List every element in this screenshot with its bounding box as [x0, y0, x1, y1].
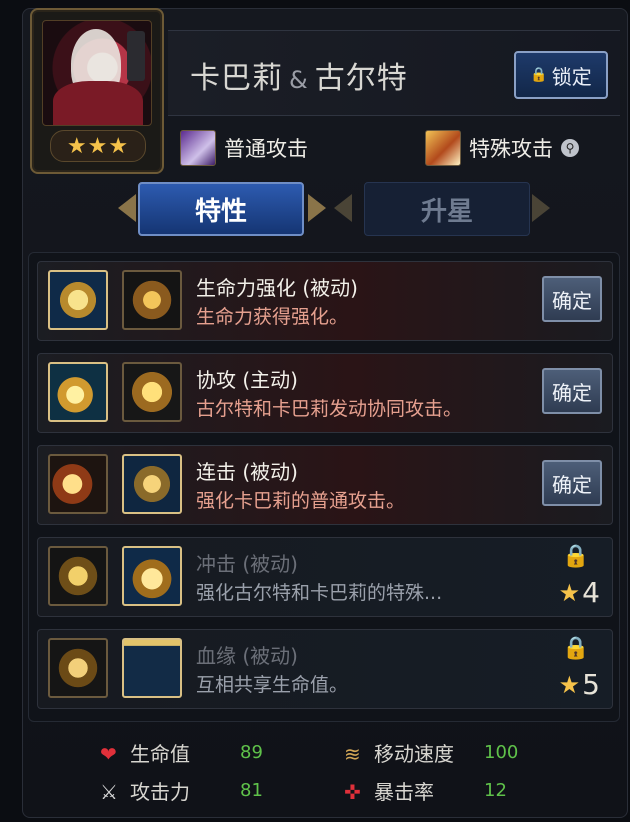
portrait-dress: [53, 81, 143, 125]
portrait-frame[interactable]: ★★★: [30, 8, 164, 174]
stat-value: 89: [240, 742, 263, 763]
confirm-button[interactable]: 确定: [542, 276, 602, 322]
trait-row: 血缘 (被动) 互相共享生命值。 🔒 ★ 5: [37, 629, 613, 709]
portrait-accent: [127, 31, 145, 81]
spirit-icon: [48, 638, 108, 698]
lock-icon: 🔒: [562, 544, 590, 569]
crosshair-icon: ✜: [344, 779, 361, 804]
magnify-icon[interactable]: ⚲: [561, 139, 579, 157]
sword-icon: [122, 270, 182, 330]
sun-icon: [122, 362, 182, 422]
trait-desc: 强化卡巴莉的普通攻击。: [196, 490, 406, 512]
trait-desc: 生命力获得强化。: [196, 306, 349, 328]
lock-icon: 🔒: [562, 636, 590, 661]
combo-icon: [122, 454, 182, 514]
sword-icon: ⚔: [100, 779, 118, 804]
special-attack-icon: [425, 130, 461, 166]
arrow-right-icon: [532, 194, 550, 222]
heart-icon: ❤: [100, 741, 117, 766]
trait-icons: [48, 454, 182, 514]
name-left: 卡巴莉: [190, 61, 283, 96]
stat-value: 12: [484, 780, 507, 801]
trait-icons: [48, 362, 182, 422]
stat-speed: ≋ 移动速度 100: [344, 738, 518, 767]
trait-icons: [48, 270, 182, 330]
normal-attack[interactable]: 普通攻击: [180, 130, 308, 166]
trait-row: 冲击 (被动) 强化古尔特和卡巴莉的特殊... 🔒 ★ 4: [37, 537, 613, 617]
fist-icon: [48, 546, 108, 606]
name-right: 古尔特: [314, 61, 408, 96]
trait-row: 连击 (被动) 强化卡巴莉的普通攻击。 确定: [37, 445, 613, 525]
name-bar: 卡巴莉 & 古尔特 🔒 锁定: [168, 30, 620, 116]
trait-title: 连击 (被动): [196, 460, 298, 484]
stat-label: 攻击力: [130, 780, 190, 804]
star-icon: ★: [558, 578, 581, 607]
tab-bar: 特性 升星: [118, 182, 550, 238]
lock-icon: 🔒: [530, 67, 548, 83]
attack-types: 普通攻击 特殊攻击 ⚲: [180, 130, 610, 170]
trait-desc: 互相共享生命值。: [196, 674, 349, 696]
tab-traits[interactable]: 特性: [138, 182, 304, 236]
star-rating: ★★★: [50, 130, 146, 162]
normal-attack-label: 普通攻击: [224, 137, 308, 161]
trait-list: 生命力强化 (被动) 生命力获得强化。 确定 协攻 (主动) 古尔特和卡巴莉发动…: [28, 252, 620, 722]
slash-icon: [48, 454, 108, 514]
trait-desc: 强化古尔特和卡巴莉的特殊...: [196, 582, 443, 604]
lock-label: 锁定: [551, 64, 592, 89]
trait-title: 冲击 (被动): [196, 552, 298, 576]
confirm-button[interactable]: 确定: [542, 368, 602, 414]
trait-icons: [48, 638, 182, 698]
normal-attack-icon: [180, 130, 216, 166]
stat-label: 暴击率: [374, 780, 434, 804]
arrow-left-icon: [118, 194, 136, 222]
arrow-right-icon: [308, 194, 326, 222]
lock-button[interactable]: 🔒 锁定: [514, 51, 608, 99]
stats-panel: ❤ 生命值 89 ⚔ 攻击力 81 ≋ 移动速度 100 ✜ 暴击率 12: [100, 736, 560, 806]
name-ampersand: &: [289, 66, 309, 94]
stat-label: 移动速度: [374, 742, 454, 766]
star-icon: ★: [558, 670, 581, 699]
character-name: 卡巴莉 & 古尔特: [190, 53, 408, 97]
tab-star-up[interactable]: 升星: [364, 182, 530, 236]
special-attack-label: 特殊攻击: [469, 137, 553, 161]
arrow-left-icon: [334, 194, 352, 222]
confirm-button[interactable]: 确定: [542, 460, 602, 506]
boot-icon: ≋: [344, 741, 361, 766]
trait-title: 生命力强化 (被动): [196, 276, 358, 300]
required-stars: ★ 5: [559, 668, 600, 701]
trait-row: 协攻 (主动) 古尔特和卡巴莉发动协同攻击。 确定: [37, 353, 613, 433]
stat-label: 生命值: [130, 742, 190, 766]
required-stars: ★ 4: [559, 576, 600, 609]
trait-title: 协攻 (主动): [196, 368, 298, 392]
vitality-icon: [48, 270, 108, 330]
stat-hp: ❤ 生命值 89: [100, 738, 263, 767]
required-stars-value: 5: [582, 668, 600, 701]
flame-icon: [122, 546, 182, 606]
trait-title: 血缘 (被动): [196, 644, 298, 668]
trait-row: 生命力强化 (被动) 生命力获得强化。 确定: [37, 261, 613, 341]
required-stars-value: 4: [582, 576, 600, 609]
stat-value: 100: [484, 742, 519, 763]
stat-attack: ⚔ 攻击力 81: [100, 776, 263, 805]
stat-value: 81: [240, 780, 263, 801]
character-portrait: [42, 20, 152, 126]
trait-icons: [48, 546, 182, 606]
burst-icon: [48, 362, 108, 422]
silhouette-icon: [122, 638, 182, 698]
stat-crit: ✜ 暴击率 12: [344, 776, 507, 805]
special-attack[interactable]: 特殊攻击 ⚲: [425, 130, 579, 166]
trait-desc: 古尔特和卡巴莉发动协同攻击。: [196, 398, 463, 420]
